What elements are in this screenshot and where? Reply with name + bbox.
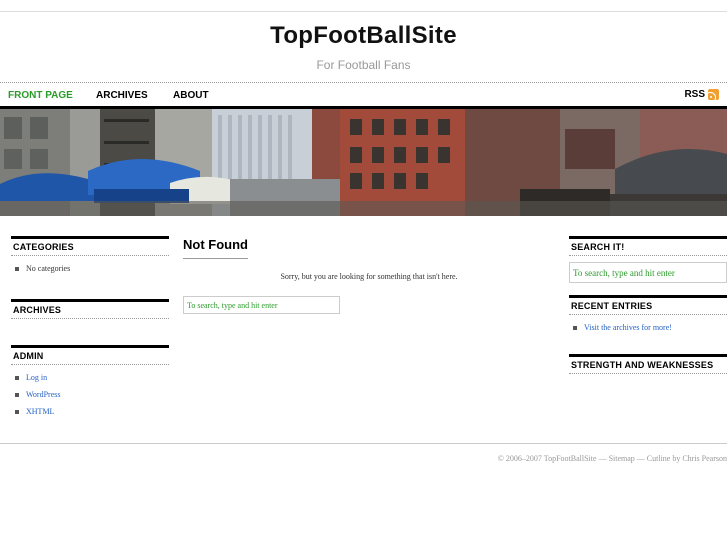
list-item: No categories (11, 264, 169, 273)
search-input[interactable] (183, 296, 340, 314)
credit-link[interactable]: Cutline by Chris Pearson (647, 454, 727, 463)
footer-text: © 2006–2007 TopFootBallSite — Sitemap — … (498, 454, 727, 463)
search-title: Search It! (569, 236, 727, 256)
archives-more-link[interactable]: Visit the archives for more! (584, 323, 672, 332)
list-item: WordPress (11, 390, 169, 399)
top-rule (0, 11, 727, 12)
footer-separator: — (596, 454, 609, 463)
sitemap-link[interactable]: Sitemap (609, 454, 635, 463)
nav-about[interactable]: About (173, 90, 209, 101)
rss-link[interactable]: RSS (684, 89, 719, 100)
sidebar-search-input[interactable] (569, 262, 727, 283)
login-link[interactable]: Log in (26, 373, 47, 382)
categories-widget: Categories No categories (11, 236, 169, 273)
recent-entries-title: Recent Entries (569, 295, 727, 315)
main-nav: Front Page Archives About RSS (0, 82, 727, 109)
nav-front-page[interactable]: Front Page (8, 90, 73, 101)
footer-separator: — (634, 454, 647, 463)
site-title[interactable]: TopFootBallSite (0, 22, 727, 50)
archives-widget: Archives (11, 299, 169, 319)
not-found-message: Sorry, but you are looking for something… (280, 272, 458, 281)
header-street-photo (0, 109, 727, 216)
wordpress-link[interactable]: WordPress (26, 390, 60, 399)
xhtml-link[interactable]: XHTML (26, 407, 54, 416)
list-item: Visit the archives for more! (569, 323, 727, 332)
strengths-title: Strength and Weaknesses (569, 354, 727, 374)
admin-title: Admin (11, 345, 169, 365)
copyright: © 2006–2007 TopFootBallSite (497, 454, 597, 463)
nav-archives[interactable]: Archives (96, 90, 148, 101)
left-sidebar: Categories No categories Archives Admin … (11, 236, 169, 442)
main-content: Not Found Sorry, but you are looking for… (183, 236, 555, 314)
footer: © 2006–2007 TopFootBallSite — Sitemap — … (0, 443, 727, 463)
page-title: Not Found (183, 237, 248, 259)
rss-label: RSS (684, 89, 705, 100)
categories-title: Categories (11, 236, 169, 256)
recent-entries-widget: Recent Entries Visit the archives for mo… (569, 295, 727, 332)
right-sidebar: Search It! Recent Entries Visit the arch… (569, 236, 727, 400)
admin-widget: Admin Log in WordPress XHTML (11, 345, 169, 416)
site-description: For Football Fans (316, 58, 411, 72)
search-widget: Search It! (569, 236, 727, 283)
list-item: Log in (11, 373, 169, 382)
list-item: XHTML (11, 407, 169, 416)
strengths-widget: Strength and Weaknesses (569, 354, 727, 374)
rss-feed-icon (708, 89, 719, 100)
archives-title: Archives (11, 299, 169, 319)
